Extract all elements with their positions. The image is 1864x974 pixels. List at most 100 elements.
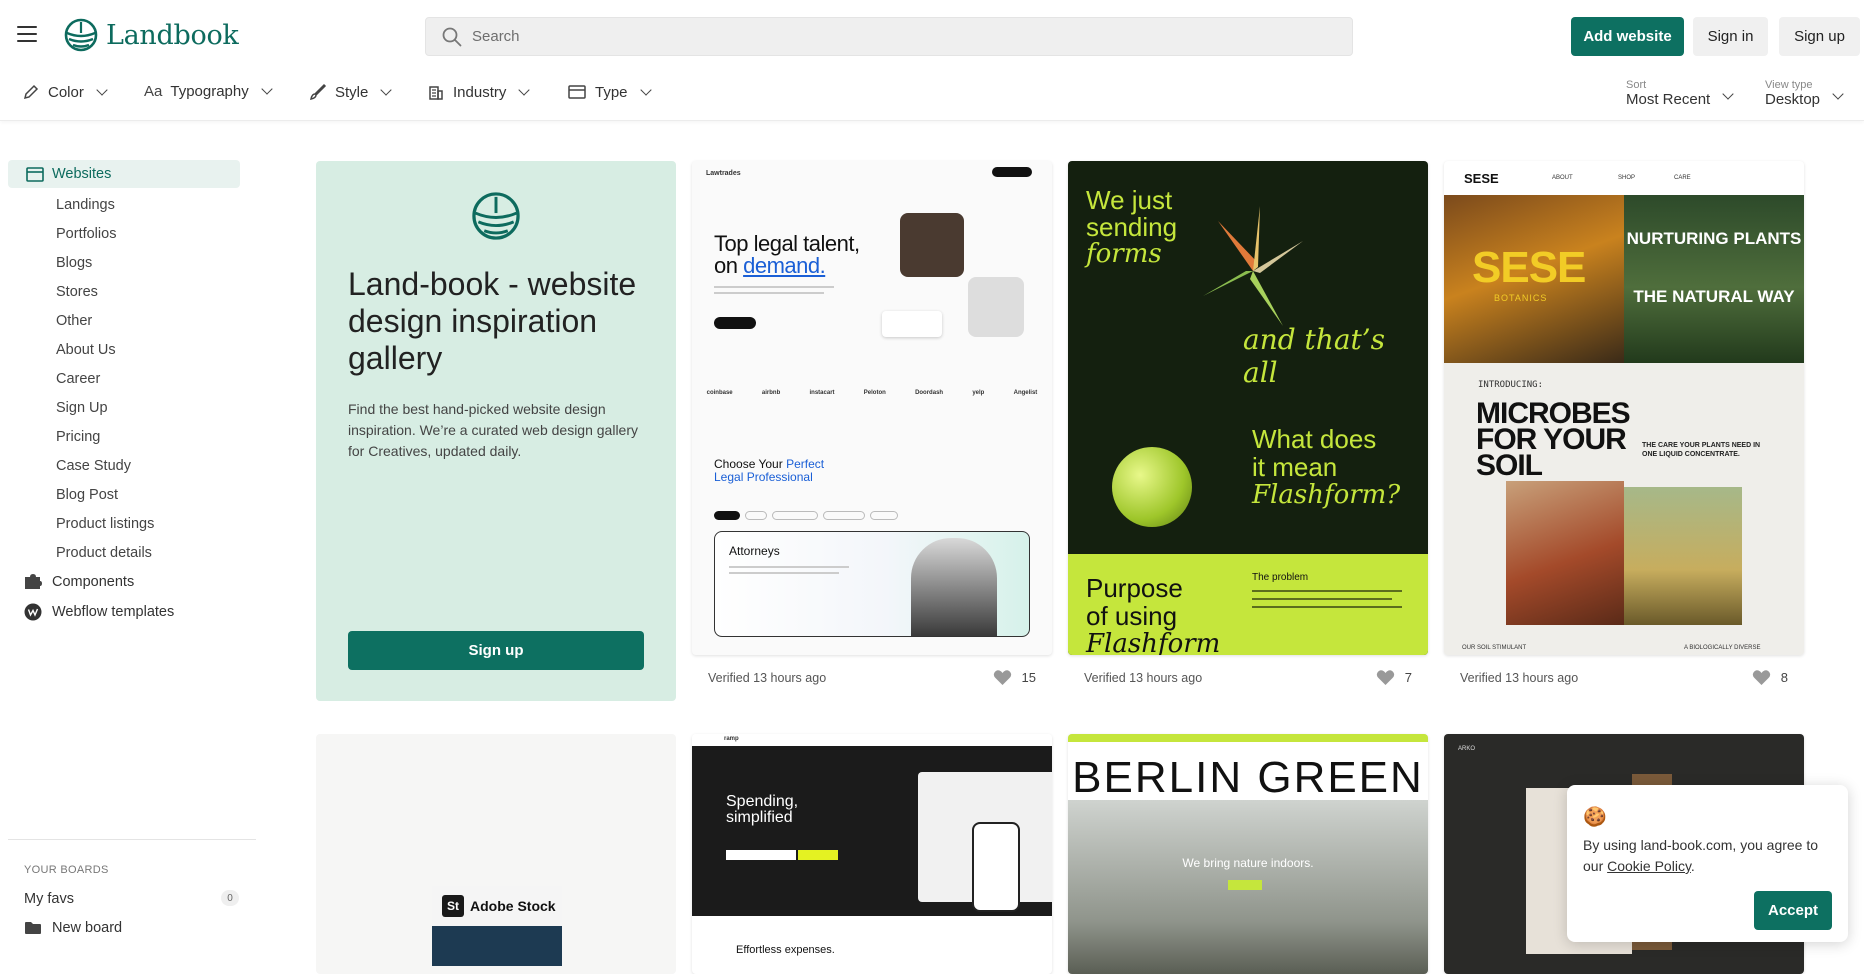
card-meta: Verified 13 hours ago 15	[692, 667, 1052, 689]
new-board-button[interactable]: New board	[24, 920, 122, 936]
chevron-down-icon	[639, 83, 652, 96]
cookie-policy-link[interactable]: Cookie Policy	[1607, 858, 1691, 874]
chevron-down-icon	[96, 83, 108, 96]
shot-nav-item: ABOUT	[1552, 175, 1573, 181]
shot-attorneys-card: Attorneys	[714, 531, 1030, 637]
sort-dropdown[interactable]: Sort Most Recent	[1626, 79, 1734, 109]
shot-product-photo	[1506, 481, 1624, 625]
color-filter[interactable]: Color	[22, 83, 108, 101]
shot-interior-photo: We bring nature indoors.	[1068, 800, 1428, 974]
logo[interactable]: Landbook	[64, 18, 239, 52]
ad-card[interactable]: St Adobe Stock	[316, 734, 676, 974]
sidebar-item-label: Components	[52, 574, 135, 590]
shot-logo: Peloton	[863, 390, 886, 396]
heart-icon	[1752, 670, 1770, 685]
sort-label: Sort	[1626, 79, 1647, 91]
sidebar-item-case-study[interactable]: Case Study	[56, 458, 131, 474]
shot-microbes-headline: MICROBES FOR YOUR SOIL	[1476, 397, 1631, 482]
like-count: 7	[1404, 670, 1412, 685]
shot-logo: airbnb	[761, 390, 781, 396]
shot-text-line	[714, 292, 824, 294]
shot-hero-line2: on demand.	[714, 255, 826, 277]
website-card-ramp[interactable]: ramp Spending, simplified Effortless exp…	[692, 734, 1052, 974]
style-filter[interactable]: Style	[309, 83, 393, 101]
sidebar-item-about-us[interactable]: About Us	[56, 342, 116, 358]
shot-natural-text: THE NATURAL WAY	[1633, 287, 1795, 306]
browser-window-icon	[568, 85, 586, 99]
like-count: 15	[1021, 670, 1036, 685]
brush-icon	[310, 83, 327, 100]
typography-filter[interactable]: Aa Typography	[144, 83, 273, 100]
add-website-button[interactable]: Add website	[1571, 17, 1684, 56]
hamburger-menu-icon[interactable]	[17, 26, 37, 42]
shot-cta	[798, 850, 838, 860]
view-type-label: View type	[1765, 79, 1813, 91]
sidebar-item-career[interactable]: Career	[56, 371, 100, 387]
shot-subheadline: Effortless expenses.	[736, 944, 835, 956]
sign-up-button[interactable]: Sign up	[1779, 17, 1860, 56]
typography-icon: Aa	[144, 83, 163, 100]
shot-question-1: What does	[1252, 424, 1377, 454]
sidebar-item-components[interactable]: Components	[24, 574, 134, 590]
sidebar-item-websites[interactable]: Websites	[8, 160, 240, 188]
website-card-sese[interactable]: SESE ABOUT SHOP CARE SESE BOTANICS NURTU…	[1444, 161, 1804, 655]
search-bar[interactable]	[425, 17, 1353, 56]
promo-description: Find the best hand-picked website design…	[348, 401, 639, 459]
board-my-favs[interactable]: My favs	[24, 891, 74, 907]
chevron-down-icon	[518, 83, 531, 96]
sidebar-divider	[8, 839, 256, 840]
shot-caption: We bring nature indoors.	[1182, 856, 1314, 870]
sidebar-item-landings[interactable]: Landings	[56, 197, 115, 213]
sidebar-item-product-listings[interactable]: Product listings	[56, 516, 154, 532]
sidebar-item-portfolios[interactable]: Portfolios	[56, 226, 116, 242]
shot-text-line	[1252, 598, 1392, 600]
accept-cookies-button[interactable]: Accept	[1754, 891, 1832, 930]
sidebar-item-blog-post[interactable]: Blog Post	[56, 487, 118, 503]
building-icon	[429, 86, 443, 100]
shot-brand: ARKO	[1458, 746, 1476, 752]
pen-icon	[23, 84, 39, 100]
like-button[interactable]: 15	[993, 669, 1036, 686]
sidebar-item-stores[interactable]: Stores	[56, 284, 98, 300]
adobe-stock-icon: St	[442, 895, 464, 917]
chevron-down-icon	[1832, 88, 1844, 100]
website-card-berlin-green[interactable]: BERLIN GREEN We bring nature indoors.	[1068, 734, 1428, 974]
view-type-dropdown[interactable]: View type Desktop	[1765, 79, 1844, 109]
type-filter[interactable]: Type	[567, 83, 652, 101]
sort-value: Most Recent	[1626, 91, 1711, 108]
shot-brand: Lawtrades	[706, 170, 741, 177]
verified-time: Verified 13 hours ago	[1084, 671, 1203, 685]
sign-in-button[interactable]: Sign in	[1693, 17, 1768, 56]
sidebar-item-product-details[interactable]: Product details	[56, 545, 152, 561]
shot-input	[726, 850, 796, 860]
industry-filter[interactable]: Industry	[427, 83, 531, 101]
card-meta: Verified 13 hours ago 7	[1068, 667, 1428, 689]
shot-logo: yelp	[972, 390, 985, 396]
landbook-logo-icon	[64, 18, 98, 52]
shot-text-line	[1252, 606, 1402, 608]
folder-icon	[25, 922, 41, 934]
promo-sign-up-button[interactable]: Sign up	[348, 631, 644, 670]
sidebar-item-pricing[interactable]: Pricing	[56, 429, 100, 445]
shot-tagline: and that’s all	[1243, 323, 1386, 389]
card-meta: Verified 13 hours ago 8	[1444, 667, 1804, 689]
logo-text: Landbook	[106, 19, 239, 51]
search-input[interactable]	[472, 28, 1272, 45]
shot-nav-item: CARE	[1674, 175, 1691, 181]
sidebar-item-blogs[interactable]: Blogs	[56, 255, 92, 271]
view-type-value: Desktop	[1765, 91, 1821, 108]
board-count-badge: 0	[221, 890, 239, 906]
sidebar-item-label: Websites	[52, 166, 112, 182]
website-card-flashform[interactable]: We just sending forms and that’s all Wha…	[1068, 161, 1428, 655]
like-button[interactable]: 8	[1752, 669, 1788, 686]
cookie-icon: 🍪	[1583, 807, 1607, 828]
website-card-lawtrades[interactable]: Lawtrades Top legal talent, on demand. c…	[692, 161, 1052, 655]
sidebar-item-sign-up[interactable]: Sign Up	[56, 400, 108, 416]
shot-navbar: ramp	[692, 734, 1052, 746]
like-button[interactable]: 7	[1376, 669, 1412, 686]
sidebar-item-other[interactable]: Other	[56, 313, 92, 329]
shot-care-text: THE CARE YOUR PLANTS NEED IN ONE LIQUID …	[1642, 442, 1761, 458]
sidebar-item-webflow-templates[interactable]: Webflow templates	[24, 603, 174, 621]
puzzle-icon	[25, 574, 42, 589]
shot-bottle-label: SESE	[1472, 243, 1586, 292]
